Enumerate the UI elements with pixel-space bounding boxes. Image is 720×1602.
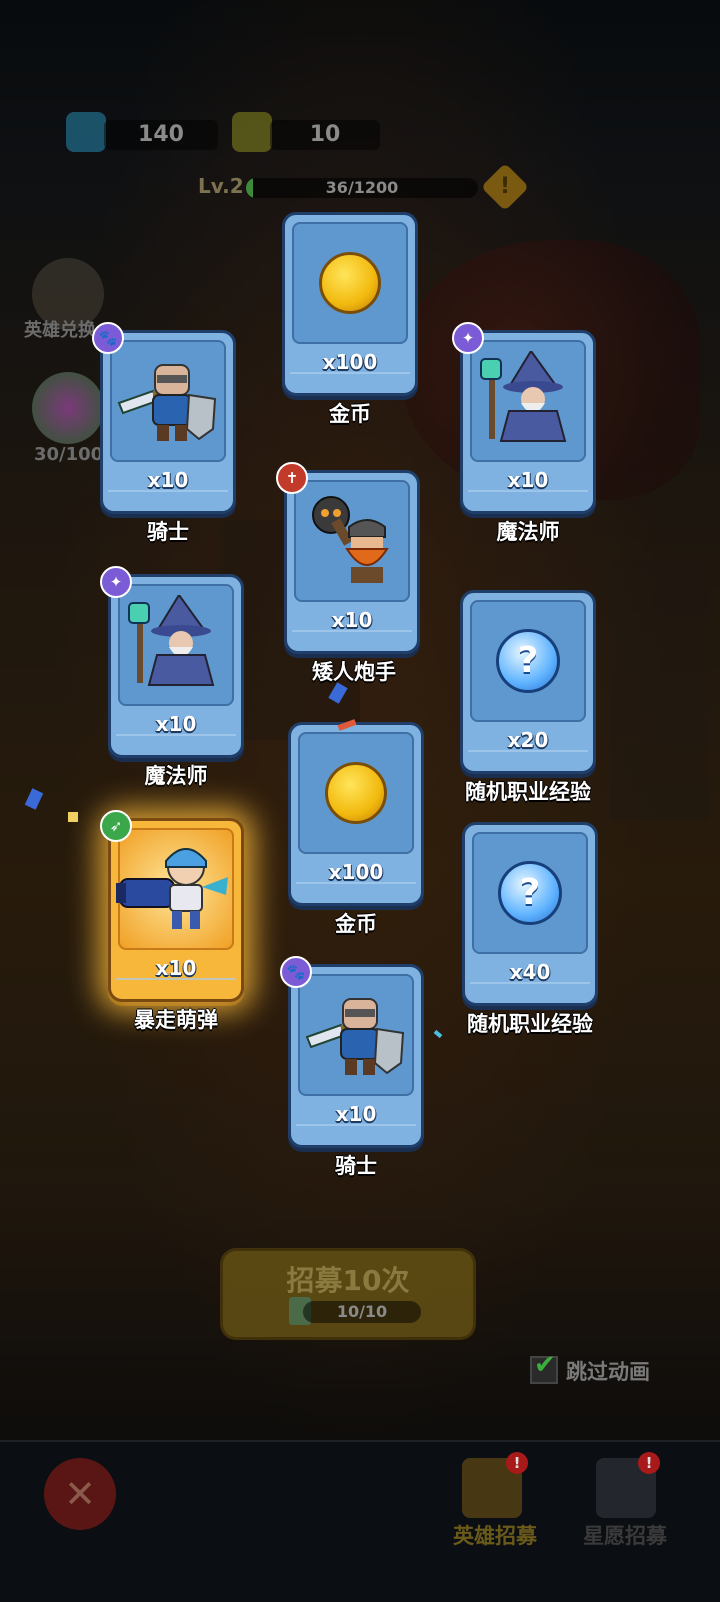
- confetti: [68, 812, 78, 822]
- xp-text: 36/1200: [325, 178, 399, 197]
- card-art-panel: [470, 340, 586, 462]
- gold-coin-icon: [325, 762, 387, 824]
- recruit-ticket-count: 10/10: [303, 1301, 421, 1323]
- card-quantity: x10: [155, 956, 197, 980]
- reward-name: 随机职业经验: [465, 780, 591, 804]
- card-art-panel: [298, 974, 414, 1096]
- wand-class-badge-icon: ✦: [452, 322, 484, 354]
- recruit-10-button[interactable]: 招募10次 10/10: [220, 1248, 476, 1340]
- tab-wish-recruit[interactable]: 星愿招募: [560, 1520, 690, 1550]
- hero-exchange-label: 英雄兑换: [24, 320, 96, 341]
- card-footer: [292, 630, 412, 646]
- reward-card[interactable]: x10 🐾: [92, 322, 236, 514]
- card-art-panel: [110, 340, 226, 462]
- card-art-panel: [118, 584, 234, 706]
- card-art-panel: [298, 732, 414, 854]
- tab-hero-recruit[interactable]: 英雄招募: [430, 1520, 560, 1550]
- card-footer: [116, 978, 236, 994]
- card-quantity: x100: [322, 350, 378, 374]
- card-quantity: x40: [509, 960, 551, 984]
- question-orb-icon: ?: [498, 861, 562, 925]
- card-art-panel: ?: [472, 832, 588, 954]
- wand-class-badge-icon: ✦: [100, 566, 132, 598]
- gold-coin-icon: [319, 252, 381, 314]
- card-footer: [296, 882, 416, 898]
- card-footer: [108, 490, 228, 506]
- skip-animation-label: 跳过动画: [566, 1360, 650, 1384]
- reward-name: 骑士: [335, 1154, 377, 1178]
- close-icon: ✕: [64, 1472, 96, 1516]
- reward-card[interactable]: x10 🐾: [280, 956, 424, 1148]
- reward-name: 金币: [329, 402, 371, 426]
- reward-name: 暴走萌弹: [134, 1008, 218, 1032]
- card-quantity: x10: [147, 468, 189, 492]
- card-quantity: x10: [331, 608, 373, 632]
- paw-class-badge-icon: 🐾: [92, 322, 124, 354]
- cannoneer-portrait: [116, 837, 236, 941]
- reward-name: 随机职业经验: [467, 1012, 593, 1036]
- checkmark-icon: ✔: [534, 1350, 556, 1380]
- card-quantity: x100: [328, 860, 384, 884]
- card-art-panel: [116, 828, 236, 950]
- wish-recruit-alert-badge: !: [638, 1452, 660, 1474]
- reward-name: 魔法师: [496, 520, 560, 544]
- card-quantity: x10: [155, 712, 197, 736]
- card-quantity: x20: [507, 728, 549, 752]
- card-footer: [290, 372, 410, 388]
- gem-icon: [66, 112, 106, 152]
- question-orb-icon: ?: [496, 629, 560, 693]
- warning-icon[interactable]: !: [480, 162, 530, 212]
- card-quantity: x10: [335, 1102, 377, 1126]
- card-footer: [468, 490, 588, 506]
- ticket-icon: [232, 112, 272, 152]
- reward-card[interactable]: x10 ✝: [276, 462, 420, 654]
- knight-portrait: [113, 351, 223, 451]
- reward-card[interactable]: x10 ✦: [452, 322, 596, 514]
- card-art-panel: [292, 222, 408, 344]
- reward-card[interactable]: ? x20: [460, 590, 596, 774]
- card-art-panel: ?: [470, 600, 586, 722]
- warning-glyph: !: [499, 174, 511, 199]
- reward-card[interactable]: x100: [282, 212, 418, 396]
- card-footer: [296, 1124, 416, 1140]
- card-footer: [468, 750, 588, 766]
- reward-name: 魔法师: [144, 764, 208, 788]
- reward-name: 骑士: [147, 520, 189, 544]
- close-button[interactable]: ✕: [44, 1458, 116, 1530]
- bow-class-badge-icon: ➶: [100, 810, 132, 842]
- card-art-panel: [294, 480, 410, 602]
- xp-bar: 36/1200: [246, 178, 478, 198]
- reward-card[interactable]: x10 ➶: [100, 810, 244, 1002]
- card-quantity: x10: [507, 468, 549, 492]
- paw-class-badge-icon: 🐾: [280, 956, 312, 988]
- star-progress: 30/100: [34, 444, 104, 465]
- reward-card[interactable]: x100: [288, 722, 424, 906]
- gem-counter: 140: [104, 120, 218, 150]
- skip-animation-checkbox[interactable]: ✔: [530, 1350, 558, 1384]
- card-footer: [470, 982, 590, 998]
- sword-class-badge-icon: ✝: [276, 462, 308, 494]
- reward-card[interactable]: x10 ✦: [100, 566, 244, 758]
- wizard-portrait: [473, 349, 583, 451]
- star-button[interactable]: [32, 372, 104, 444]
- reward-name: 金币: [335, 912, 377, 936]
- reward-name: 矮人炮手: [312, 660, 396, 684]
- reward-card[interactable]: ? x40: [462, 822, 598, 1006]
- knight-portrait: [301, 985, 411, 1085]
- dwarf-portrait: [297, 489, 407, 593]
- recruit-label: 招募10次: [286, 1264, 410, 1297]
- ticket-counter: 10: [270, 120, 380, 150]
- card-footer: [116, 734, 236, 750]
- player-level: Lv.2: [198, 174, 244, 198]
- wizard-portrait: [121, 593, 231, 695]
- hero-recruit-alert-badge: !: [506, 1452, 528, 1474]
